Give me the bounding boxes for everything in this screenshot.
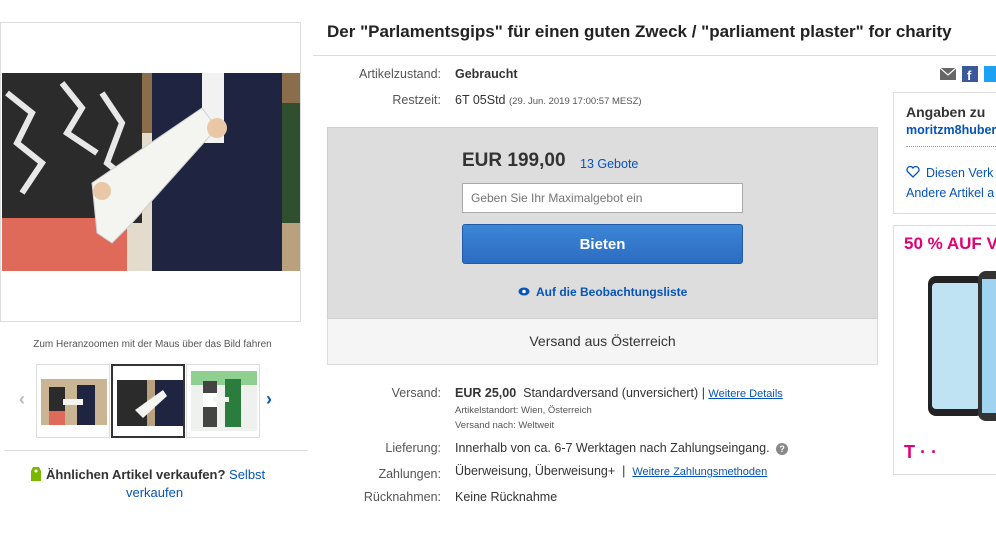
auction-end-time: (29. Jun. 2019 17:00:57 MESZ) — [509, 96, 642, 107]
more-payment-methods-link[interactable]: Weitere Zahlungsmethoden — [632, 466, 767, 478]
returns-label: Rücknahmen: — [363, 490, 441, 504]
thumbnail-2-selected[interactable] — [111, 364, 185, 438]
eye-icon — [518, 287, 530, 296]
item-location: Artikelstandort: Wien, Österreich — [455, 405, 592, 416]
delivery-label: Lieferung: — [385, 441, 441, 455]
payment-label: Zahlungen: — [378, 467, 441, 481]
thumbnail-1[interactable] — [36, 364, 110, 438]
ships-from-bar: Versand aus Österreich — [327, 319, 878, 365]
divider — [4, 450, 308, 451]
thumbnail-3-image — [191, 371, 257, 431]
facebook-icon: f — [962, 66, 978, 83]
place-bid-button[interactable]: Bieten — [462, 224, 743, 264]
price-tag-icon — [31, 467, 41, 481]
shipping-label: Versand: — [391, 386, 441, 400]
payment-value: Überweisung, Überweisung+ | Weitere Zahl… — [455, 464, 768, 478]
time-left-value: 6T 05Std (29. Jun. 2019 17:00:57 MESZ) — [455, 93, 642, 107]
watchlist-link[interactable]: Auf die Beobachtungsliste — [518, 285, 687, 299]
current-price: EUR 199,00 — [462, 150, 566, 171]
photo-illustration — [2, 73, 300, 271]
ships-to: Versand nach: Weltweit — [455, 420, 555, 431]
advertisement[interactable]: 50 % AUF V T · · — [893, 225, 996, 475]
page-title: Der "Parlamentsgips" für einen guten Zwe… — [327, 22, 952, 41]
chevron-right-icon[interactable]: › — [266, 389, 272, 410]
email-icon — [939, 67, 957, 80]
seller-name-link[interactable]: moritzm8huber — [906, 123, 996, 137]
max-bid-input[interactable] — [462, 183, 743, 213]
time-left-label: Restzeit: — [392, 93, 441, 107]
title-divider — [313, 55, 996, 56]
share-icons-row: f — [939, 66, 996, 83]
main-image-frame[interactable] — [0, 22, 301, 322]
thumbnail-1-image — [41, 379, 107, 425]
ad-phone-image — [928, 271, 996, 421]
condition-value: Gebraucht — [455, 67, 518, 81]
seller-info-box: Angaben zu moritzm8huber Diesen Verk And… — [893, 92, 996, 214]
shipping-price: EUR 25,00 — [455, 386, 517, 400]
share-icons: f — [939, 66, 996, 87]
sell-similar-text: Ähnlichen Artikel verkaufen? — [46, 467, 226, 482]
twitter-icon — [984, 66, 996, 82]
bid-panel: EUR 199,00 13 Gebote Bieten Auf die Beob… — [327, 127, 878, 319]
ad-headline: 50 % AUF V — [904, 234, 996, 253]
heart-icon — [906, 165, 920, 178]
shipping-value: EUR 25,00 Standardversand (unversichert)… — [455, 386, 783, 400]
shipping-details-link[interactable]: Weitere Details — [708, 388, 782, 400]
bid-count-link[interactable]: 13 Gebote — [580, 157, 638, 171]
help-icon[interactable]: ? — [776, 443, 789, 455]
chevron-left-icon[interactable]: ‹ — [19, 389, 25, 410]
thumbnail-2-image — [117, 380, 183, 426]
svg-text:f: f — [967, 68, 972, 82]
seller-divider — [906, 146, 996, 147]
sell-similar-section: Ähnlichen Artikel verkaufen? Selbst verka… — [30, 466, 290, 502]
seller-info-title: Angaben zu — [906, 104, 986, 120]
other-items-link[interactable]: Andere Artikel a — [906, 186, 994, 200]
thumbnail-strip: ‹ › — [14, 363, 284, 439]
thumbnail-3[interactable] — [186, 364, 260, 438]
ad-brand-logo: T · · — [904, 442, 937, 462]
returns-value: Keine Rücknahme — [455, 490, 558, 504]
save-seller-link[interactable]: Diesen Verk — [906, 165, 993, 180]
delivery-value: Innerhalb von ca. 6-7 Werktagen nach Zah… — [455, 441, 789, 455]
shipping-method: Standardversand (unversichert) — [523, 386, 699, 400]
main-product-image[interactable] — [2, 73, 300, 271]
condition-label: Artikelzustand: — [359, 67, 441, 81]
zoom-hint: Zum Heranzoomen mit der Maus über das Bi… — [33, 339, 272, 350]
